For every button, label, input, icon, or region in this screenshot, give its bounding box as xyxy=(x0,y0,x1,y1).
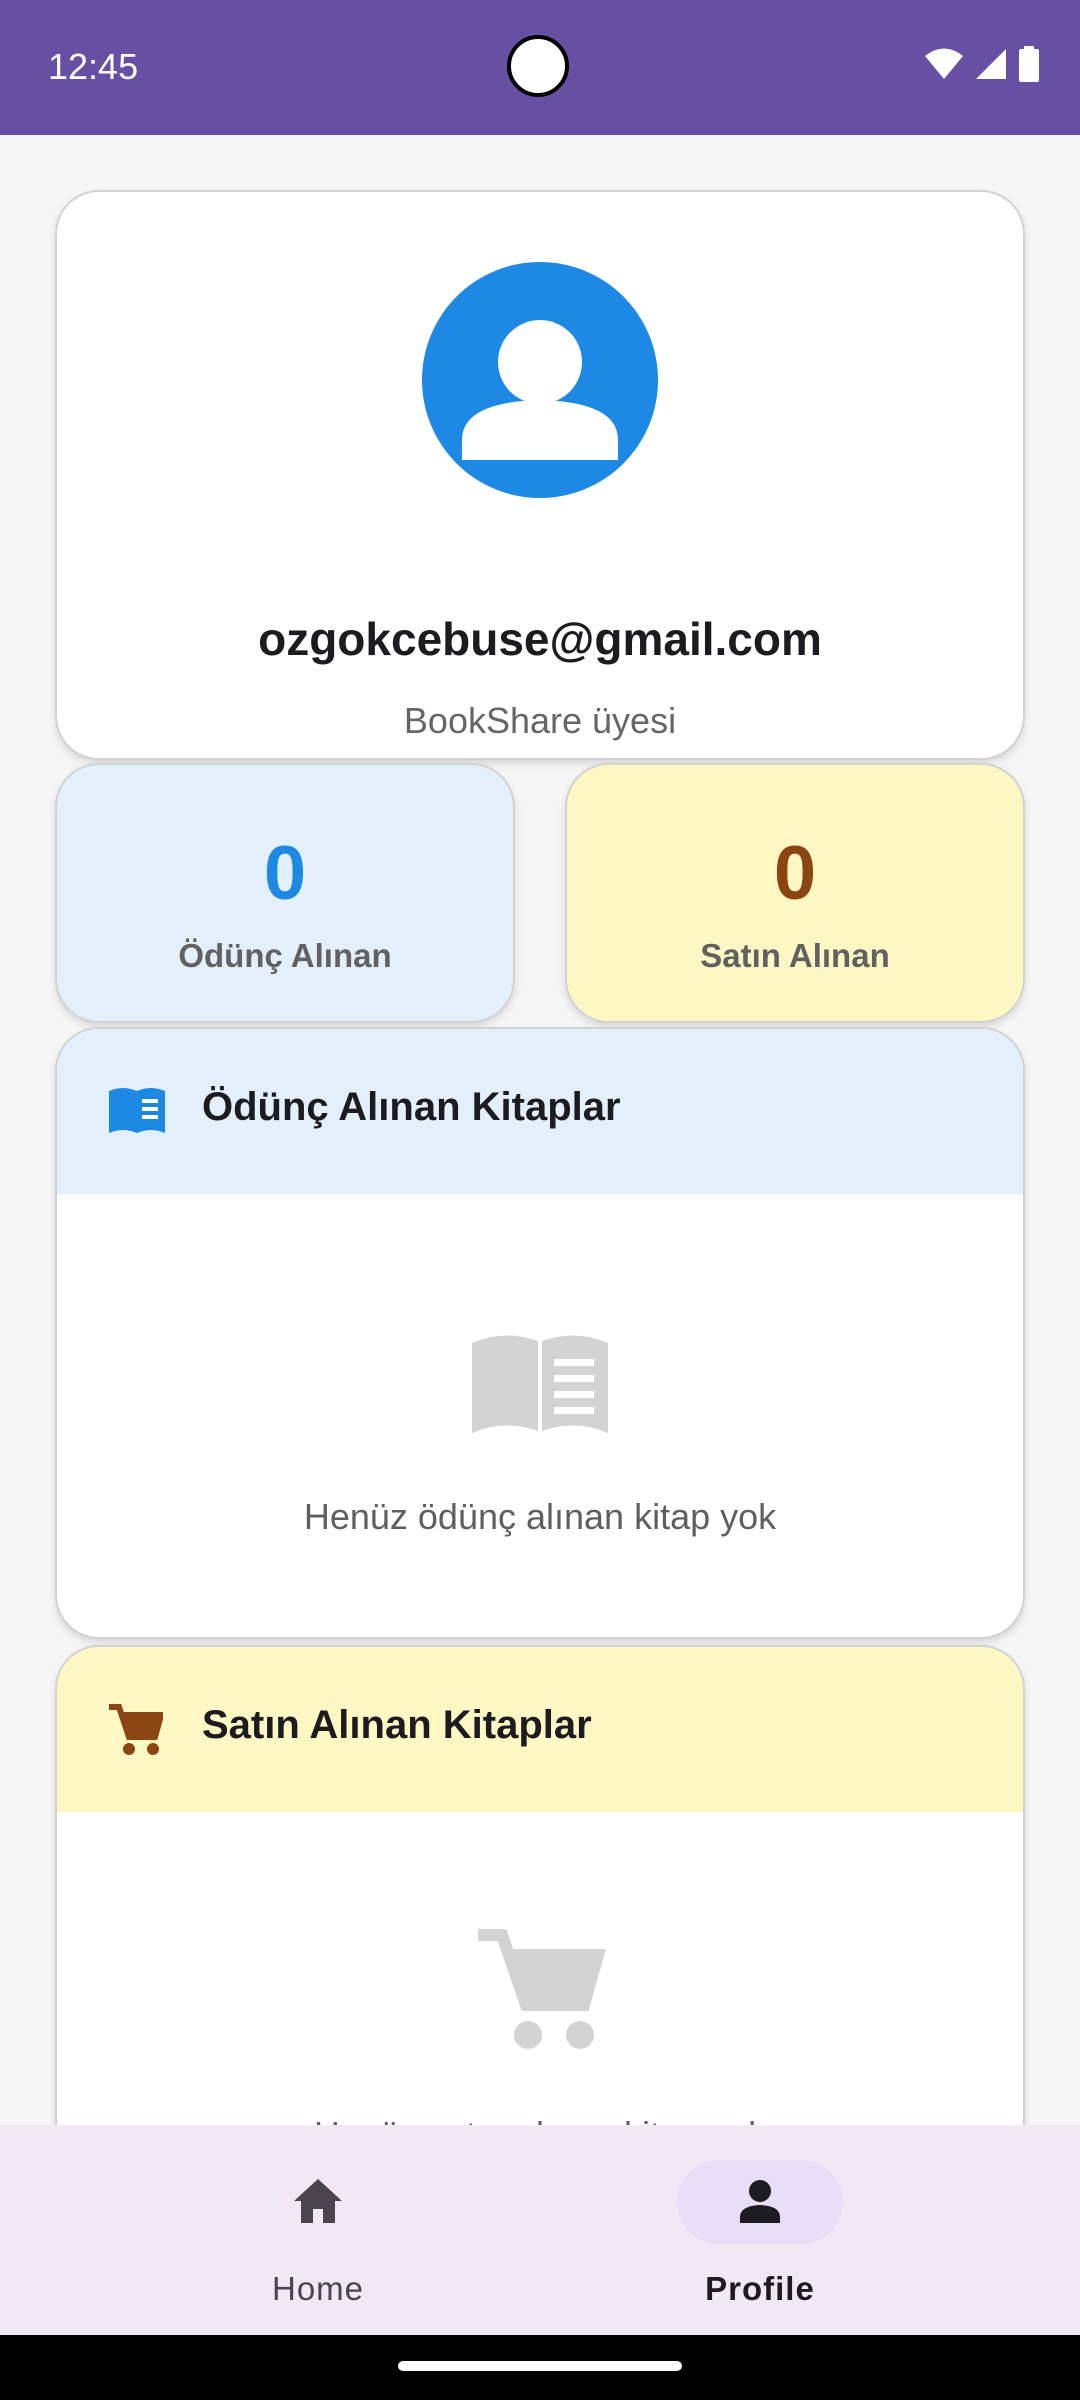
signal-icon xyxy=(974,47,1008,81)
nav-profile-label: Profile xyxy=(705,2270,815,2307)
bought-count-label: Satın Alınan xyxy=(700,937,890,974)
open-book-icon xyxy=(470,1329,610,1438)
borrowed-empty-text: Henüz ödünç alınan kitap yok xyxy=(303,1496,777,1537)
nav-home[interactable]: Home xyxy=(168,2125,468,2335)
borrowed-count-label: Ödünç Alınan xyxy=(178,937,392,974)
bought-count-card: 0 Satın Alınan xyxy=(565,763,1025,1023)
bought-books-section: Satın Alınan Kitaplar Henüz satın alınan… xyxy=(55,1645,1025,2125)
borrowed-section-header: Ödünç Alınan Kitaplar xyxy=(57,1029,1023,1194)
borrowed-count-card: 0 Ödünç Alınan xyxy=(55,763,515,1023)
borrowed-books-section: Ödünç Alınan Kitaplar Henüz ödünç alınan… xyxy=(55,1027,1025,1639)
person-icon xyxy=(422,262,658,498)
camera-cutout xyxy=(507,35,569,97)
borrowed-count: 0 xyxy=(263,831,307,916)
borrowed-section-title: Ödünç Alınan Kitaplar xyxy=(202,1085,621,1129)
status-time: 12:45 xyxy=(48,46,139,87)
user-email: ozgokcebuse@gmail.com xyxy=(258,613,822,665)
bought-empty-text: Henüz satın alınan kitap yok xyxy=(57,2114,1023,2125)
wifi-icon xyxy=(924,47,964,81)
profile-content[interactable]: ozgokcebuse@gmail.com BookShare üyesi 0 … xyxy=(0,135,1080,2125)
open-book-icon xyxy=(107,1085,167,1140)
gesture-bar xyxy=(0,2335,1080,2400)
status-bar: 12:45 xyxy=(0,0,1080,135)
home-gesture-handle[interactable] xyxy=(398,2361,682,2371)
home-icon xyxy=(292,2177,344,2230)
cart-icon xyxy=(107,1703,165,1762)
cart-icon xyxy=(474,1927,606,2058)
bottom-navigation: Home Profile xyxy=(0,2125,1080,2335)
bought-count: 0 xyxy=(773,831,817,916)
member-subtitle: BookShare üyesi xyxy=(403,700,677,741)
nav-profile[interactable]: Profile xyxy=(610,2125,910,2335)
bought-section-header: Satın Alınan Kitaplar xyxy=(57,1647,1023,1812)
profile-card: ozgokcebuse@gmail.com BookShare üyesi xyxy=(55,190,1025,760)
bought-section-title: Satın Alınan Kitaplar xyxy=(202,1703,592,1747)
status-icons xyxy=(924,46,1040,82)
person-icon xyxy=(736,2177,784,2230)
nav-home-label: Home xyxy=(271,2270,365,2307)
battery-icon xyxy=(1018,46,1040,82)
